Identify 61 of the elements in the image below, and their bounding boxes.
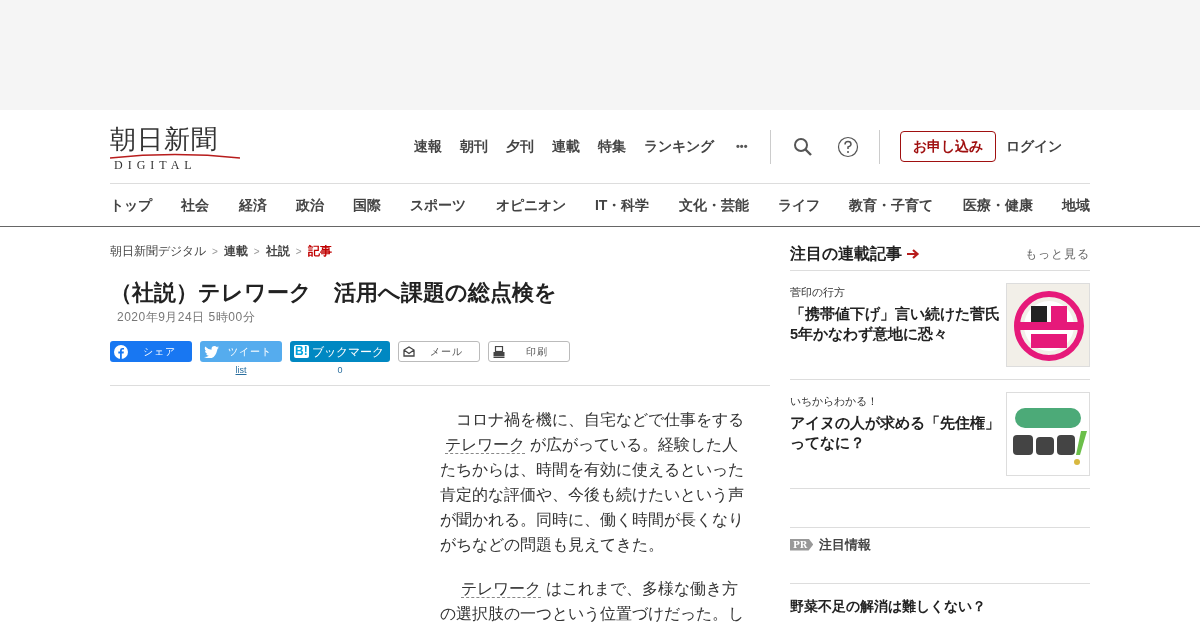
logo-curve-icon [110,153,240,159]
article-date: 2020年9月24日 5時00分 [117,309,257,326]
category-link[interactable]: 経済 [238,194,267,216]
breadcrumb-separator: > [295,244,302,259]
breadcrumb-link[interactable]: 朝日新聞デジタル [110,242,206,260]
term-link[interactable]: テレワーク [461,580,541,598]
nav-link[interactable]: 速報 [414,136,442,157]
category-link[interactable]: 国際 [353,194,382,216]
breadcrumb-separator: > [212,244,218,259]
ad-title[interactable]: 野菜不足の解消は難しくない？ [790,596,1090,617]
envelope-icon [403,346,415,357]
category-link[interactable]: 政治 [295,194,324,216]
breadcrumb-link[interactable]: 記事 [307,242,332,260]
more-link[interactable]: もっと見る [1025,245,1090,263]
breadcrumb-link[interactable]: 社説 [265,242,290,260]
category-link[interactable]: 教育・子育て [849,194,934,216]
bird-icon [204,345,219,358]
share-button[interactable]: 印刷 [488,341,570,362]
share-button[interactable]: シェア [110,341,192,362]
category-link[interactable]: スポーツ [410,194,467,216]
category-link[interactable]: 医療・健康 [962,194,1033,216]
logo-title[interactable]: 朝日新聞 [110,125,218,153]
nav-link[interactable]: 連載 [552,136,580,157]
search-icon[interactable] [792,136,813,157]
subscribe-button[interactable]: お申し込み [899,131,996,162]
category-link[interactable]: IT・科学 [594,194,650,216]
nav-link[interactable]: 特集 [598,136,626,157]
breadcrumb-separator: > [253,244,260,259]
login-link[interactable]: ログイン [1005,136,1062,157]
pr-heading: 注目情報 [819,535,872,554]
article-link[interactable]: アイヌの人が求める「先住権」ってなに？ [790,412,1002,453]
pr-badge: PR [790,538,814,551]
arrow-icon [906,248,920,260]
printer-icon [493,345,505,358]
article-title: （社説）テレワーク 活用へ課題の総点検を [110,279,558,307]
share-count[interactable]: 0 [337,364,343,376]
term-link[interactable]: テレワーク [445,436,525,454]
category-link[interactable]: オピニオン [495,194,566,216]
article-paragraph: テレワーク はこれまで、多様な働き方 の選択肢の一つという位置づけだった。し [440,579,745,624]
category-link[interactable]: トップ [110,194,152,216]
share-button[interactable]: B! ブックマーク [290,341,390,362]
breadcrumb-link[interactable]: 連載 [223,242,248,260]
nav-link[interactable]: 夕刊 [506,136,534,157]
article-category: 菅印の行方 [790,285,846,300]
category-link[interactable]: 社会 [181,194,210,216]
category-link[interactable]: ライフ [778,194,820,216]
category-link[interactable]: 地域 [1061,194,1090,216]
help-icon[interactable] [836,135,859,158]
category-link[interactable]: 文化・芸能 [678,194,749,216]
article-link[interactable]: 「携帯値下げ」言い続けた菅氏 5年かなわず意地に恐々 [790,303,1002,344]
nav-link[interactable]: ランキング [644,136,714,157]
logo-subtitle[interactable]: DIGITAL [110,159,197,172]
more-menu[interactable]: ••• [736,138,748,155]
hatena-logo: B! [294,345,309,358]
facebook-icon [114,344,128,359]
sidebar-heading: 注目の連載記事 [790,244,902,264]
share-button[interactable]: メール [398,341,480,362]
article-paragraph: コロナ禍を機に、自宅などで仕事をする テレワーク が広がっている。経験した人 たちからは、時間を有効に使えるといった 肯定的な評価や、今後も続けたいという声 が聞かれる。同時に、働く時間が長くなり がちなどの問題も見えてきた。 [440,410,745,555]
nav-link[interactable]: 朝刊 [460,136,488,157]
share-count[interactable]: list [235,364,247,376]
article-category: いちからわかる！ [790,394,879,409]
